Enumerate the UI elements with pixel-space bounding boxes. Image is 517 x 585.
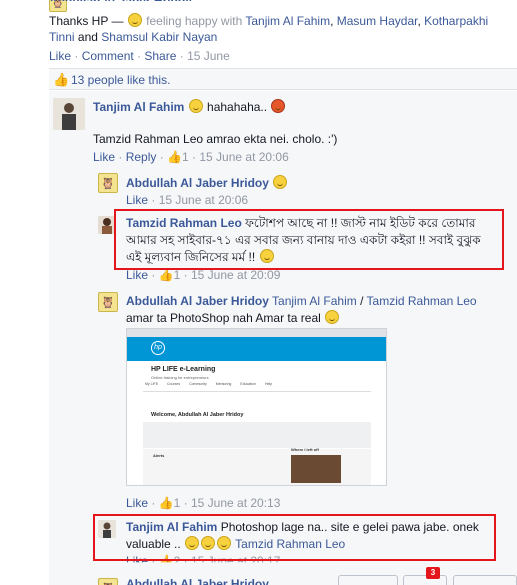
post-text: Thanks HP — feeling happy with Tanjim Al…: [49, 13, 509, 45]
hp-profile-strip: [143, 422, 371, 448]
grin-emoji-icon: [188, 99, 203, 113]
abdullah-avatar[interactable]: 🦉: [98, 292, 118, 312]
sep: ,: [330, 14, 337, 28]
reply-3-text: amar ta PhotoShop nah Amar ta real: [126, 311, 321, 325]
owl-icon: 🦉: [101, 296, 115, 309]
reply-2-date[interactable]: 15 June at 20:09: [191, 268, 280, 282]
comment-1-date[interactable]: 15 June at 20:06: [199, 150, 288, 164]
nav-item: Community: [189, 382, 207, 386]
like-thumb-icon: 👍: [158, 268, 174, 282]
nav-item: Courses: [167, 382, 181, 386]
browser-chrome: [127, 329, 386, 337]
reply-2-like[interactable]: Like: [126, 268, 148, 282]
chat-tab-2[interactable]: [403, 575, 447, 585]
reply-3-like-count[interactable]: 1: [174, 496, 181, 510]
hp-nav: My LIFE Courses Community Mentoring Educ…: [145, 382, 272, 386]
tag-shamsul[interactable]: Shamsul Kabir Nayan: [101, 30, 217, 44]
reply-3-like[interactable]: Like: [126, 496, 148, 510]
reply-1-date[interactable]: 15 June at 20:06: [159, 193, 248, 207]
happy-emoji-icon: [127, 13, 142, 27]
post-actions: Like · Comment · Share · 15 June: [49, 49, 230, 63]
mention-tamzid[interactable]: Tamzid Rahman Leo: [367, 294, 477, 308]
notification-badge[interactable]: 3: [426, 567, 440, 579]
highlight-box-tanjim: [93, 514, 496, 561]
comment-1-like-count[interactable]: 1: [182, 150, 189, 164]
hp-alerts: Alerts: [153, 453, 165, 458]
post-like-link[interactable]: Like: [49, 49, 71, 63]
owl-icon: 🦉: [51, 0, 65, 9]
reply-2-actions: Like · 👍1 · 15 June at 20:09: [126, 268, 281, 282]
comment-1-reply[interactable]: Reply: [126, 150, 157, 164]
comment-author-tanjim[interactable]: Tanjim Al Fahim: [93, 100, 184, 114]
like-thumb-icon: 👍: [167, 150, 182, 164]
smile-emoji-icon: [273, 175, 288, 189]
highlight-box-tamzid: [114, 209, 504, 270]
nav-item: Mentoring: [215, 382, 232, 386]
person-photo-icon: [53, 98, 85, 130]
post-comment-link[interactable]: Comment: [82, 49, 134, 63]
likes-count-link[interactable]: 13 people like this.: [71, 73, 170, 87]
owl-icon: 🦉: [101, 177, 115, 190]
hp-brand-title: HP LIFE e-Learning: [151, 366, 216, 373]
post-author-name[interactable]: Abdullah Al Jaber Hridoy: [49, 0, 192, 1]
attached-screenshot[interactable]: hp HP LIFE e-Learning Online training fo…: [126, 328, 387, 486]
post-text-prefix: Thanks HP —: [49, 14, 124, 28]
chat-tab-3[interactable]: [453, 575, 517, 585]
reply-3: Abdullah Al Jaber Hridoy Tanjim Al Fahim…: [126, 293, 506, 327]
post-author-avatar[interactable]: 🦉: [49, 0, 67, 12]
nav-item: Education: [240, 382, 256, 386]
hp-welcome: Welcome, Abdullah Al Jaber Hridoy: [151, 412, 244, 418]
nav-item: My LIFE: [145, 382, 159, 386]
reply-3-author[interactable]: Abdullah Al Jaber Hridoy: [126, 294, 269, 308]
slash-sep: /: [356, 294, 367, 308]
comment-1-like[interactable]: Like: [93, 150, 115, 164]
nav-item: Help: [264, 382, 273, 386]
hp-logo-icon: hp: [151, 341, 165, 355]
mention-tanjim[interactable]: Tanjim Al Fahim: [272, 294, 357, 308]
reply-1-like[interactable]: Like: [126, 193, 148, 207]
reply-5-author[interactable]: Abdullah Al Jaber Hridoy: [126, 577, 269, 585]
smile-emoji-icon: [325, 310, 340, 324]
likes-bar: 👍 13 people like this.: [49, 68, 517, 90]
post-date[interactable]: 15 June: [187, 49, 230, 63]
comment-1: Tanjim Al Fahim hahahaha..: [93, 99, 503, 114]
tag-masum[interactable]: Masum Haydar: [337, 14, 418, 28]
thumbs-up-icon: 👍: [53, 72, 70, 87]
divider: [143, 391, 371, 392]
reply-1: Abdullah Al Jaber Hridoy: [126, 175, 288, 190]
comment-1-actions: Like · Reply · 👍1 · 15 June at 20:06: [93, 150, 289, 164]
comment-1-text: hahahaha..: [207, 100, 268, 114]
abdullah-avatar[interactable]: 🦉: [98, 578, 118, 585]
tanjim-avatar[interactable]: [53, 98, 85, 130]
devil-emoji-icon: [271, 99, 286, 113]
hp-left-off: Where I left off: [291, 447, 319, 452]
reply-3-date[interactable]: 15 June at 20:13: [191, 496, 280, 510]
reply-5: Abdullah Al Jaber Hridoy: [126, 577, 269, 585]
hp-course-thumb: [291, 455, 341, 483]
reply-1-author[interactable]: Abdullah Al Jaber Hridoy: [126, 176, 269, 190]
owl-icon: 🦉: [101, 582, 115, 585]
reply-2-like-count[interactable]: 1: [174, 268, 181, 282]
hp-tagline: Online training for entrepreneurs: [151, 375, 209, 380]
hp-header-bar: hp: [127, 337, 386, 361]
tag-tanjim[interactable]: Tanjim Al Fahim: [245, 14, 330, 28]
post-share-link[interactable]: Share: [144, 49, 176, 63]
chat-tab-1[interactable]: [338, 575, 398, 585]
reply-3-actions: Like · 👍1 · 15 June at 20:13: [126, 496, 281, 510]
comment-1-reply-text: Tamzid Rahman Leo amrao ekta nei. cholo.…: [93, 132, 338, 146]
like-thumb-icon: 👍: [158, 496, 174, 510]
abdullah-avatar[interactable]: 🦉: [98, 173, 118, 193]
and-sep: and: [74, 30, 102, 44]
reply-1-actions: Like · 15 June at 20:06: [126, 193, 249, 207]
feeling-label: feeling happy with: [146, 14, 243, 28]
